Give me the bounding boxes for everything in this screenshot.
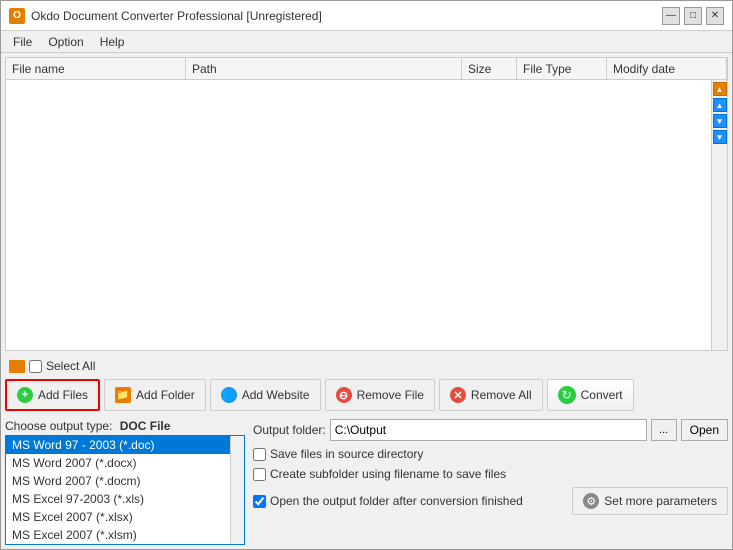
convert-label: Convert (581, 388, 623, 402)
minimize-button[interactable]: — (662, 7, 680, 25)
remove-all-icon: ✕ (450, 387, 466, 403)
menu-help[interactable]: Help (92, 33, 133, 51)
col-filetype: File Type (517, 58, 607, 79)
add-website-label: Add Website (242, 388, 310, 402)
convert-icon: ↻ (558, 386, 576, 404)
list-item-2[interactable]: MS Word 2007 (*.docm) (6, 472, 244, 490)
toolbar-row: + Add Files 📁 Add Folder 🌐 Add Website ⊖… (1, 377, 732, 415)
open-output-row: Open the output folder after conversion … (253, 494, 523, 508)
remove-file-icon: ⊖ (336, 387, 352, 403)
remove-file-button[interactable]: ⊖ Remove File (325, 379, 435, 411)
list-item-6[interactable]: MS PowerPoint 97 - 2003 (*.ppt) (6, 544, 244, 545)
folder-icon (9, 360, 25, 373)
add-folder-icon: 📁 (115, 387, 131, 403)
col-modifydate: Modify date (607, 58, 727, 79)
add-folder-label: Add Folder (136, 388, 195, 402)
save-source-label: Save files in source directory (270, 447, 423, 461)
list-item-4[interactable]: MS Excel 2007 (*.xlsx) (6, 508, 244, 526)
save-source-checkbox[interactable] (253, 448, 266, 461)
file-table-area: File name Path Size File Type Modify dat… (5, 57, 728, 351)
col-filename: File name (6, 58, 186, 79)
add-files-icon: + (17, 387, 33, 403)
remove-file-label: Remove File (357, 388, 424, 402)
open-output-label: Open the output folder after conversion … (270, 494, 523, 508)
select-all-label[interactable]: Select All (29, 359, 95, 373)
vertical-scrollbar[interactable]: ▲ ▲ ▼ ▼ (711, 80, 727, 350)
output-list-scrollbar[interactable] (230, 436, 244, 544)
output-folder-label: Output folder: (253, 423, 326, 437)
save-source-row: Save files in source directory (253, 447, 728, 461)
open-button[interactable]: Open (681, 419, 728, 441)
set-params-button[interactable]: ⚙ Set more parameters (572, 487, 728, 515)
output-type-panel: Choose output type: DOC File MS Word 97 … (5, 419, 245, 545)
remove-all-label: Remove All (471, 388, 532, 402)
menu-bar: File Option Help (1, 31, 732, 53)
add-files-button[interactable]: + Add Files (5, 379, 100, 411)
create-subfolder-label: Create subfolder using filename to save … (270, 467, 506, 481)
output-folder-input[interactable] (330, 419, 647, 441)
title-controls: — □ ✕ (662, 7, 724, 25)
create-subfolder-checkbox[interactable] (253, 468, 266, 481)
list-item-3[interactable]: MS Excel 97-2003 (*.xls) (6, 490, 244, 508)
title-bar-left: O Okdo Document Converter Professional [… (9, 8, 322, 24)
set-params-label: Set more parameters (604, 494, 717, 508)
select-all-row: Select All (1, 355, 732, 377)
scroll-bottom-button[interactable]: ▼ (713, 130, 727, 144)
remove-all-button[interactable]: ✕ Remove All (439, 379, 543, 411)
menu-option[interactable]: Option (40, 33, 91, 51)
add-folder-button[interactable]: 📁 Add Folder (104, 379, 206, 411)
table-header: File name Path Size File Type Modify dat… (6, 58, 727, 80)
col-size: Size (462, 58, 517, 79)
close-button[interactable]: ✕ (706, 7, 724, 25)
output-type-list[interactable]: MS Word 97 - 2003 (*.doc) MS Word 2007 (… (5, 435, 245, 545)
add-files-label: Add Files (38, 388, 88, 402)
output-type-label: Choose output type: DOC File (5, 419, 245, 433)
convert-button[interactable]: ↻ Convert (547, 379, 634, 411)
table-body: ▲ ▲ ▼ ▼ (6, 80, 727, 350)
bottom-panel: Choose output type: DOC File MS Word 97 … (1, 415, 732, 549)
browse-button[interactable]: ... (651, 419, 677, 441)
title-bar: O Okdo Document Converter Professional [… (1, 1, 732, 31)
select-all-text: Select All (46, 359, 95, 373)
list-item-1[interactable]: MS Word 2007 (*.docx) (6, 454, 244, 472)
scroll-top-button[interactable]: ▲ (713, 82, 727, 96)
open-output-checkbox[interactable] (253, 495, 266, 508)
window-title: Okdo Document Converter Professional [Un… (31, 9, 322, 23)
list-item-0[interactable]: MS Word 97 - 2003 (*.doc) (6, 436, 244, 454)
col-path: Path (186, 58, 462, 79)
add-website-icon: 🌐 (221, 387, 237, 403)
output-folder-row: Output folder: ... Open (253, 419, 728, 441)
select-all-checkbox[interactable] (29, 360, 42, 373)
gear-icon: ⚙ (583, 493, 599, 509)
maximize-button[interactable]: □ (684, 7, 702, 25)
scroll-down-button[interactable]: ▼ (713, 114, 727, 128)
app-icon: O (9, 8, 25, 24)
scroll-up-button[interactable]: ▲ (713, 98, 727, 112)
add-website-button[interactable]: 🌐 Add Website (210, 379, 321, 411)
menu-file[interactable]: File (5, 33, 40, 51)
list-item-5[interactable]: MS Excel 2007 (*.xlsm) (6, 526, 244, 544)
main-window: O Okdo Document Converter Professional [… (0, 0, 733, 550)
create-subfolder-row: Create subfolder using filename to save … (253, 467, 728, 481)
output-settings-panel: Output folder: ... Open Save files in so… (253, 419, 728, 545)
output-type-current: DOC File (120, 419, 171, 433)
